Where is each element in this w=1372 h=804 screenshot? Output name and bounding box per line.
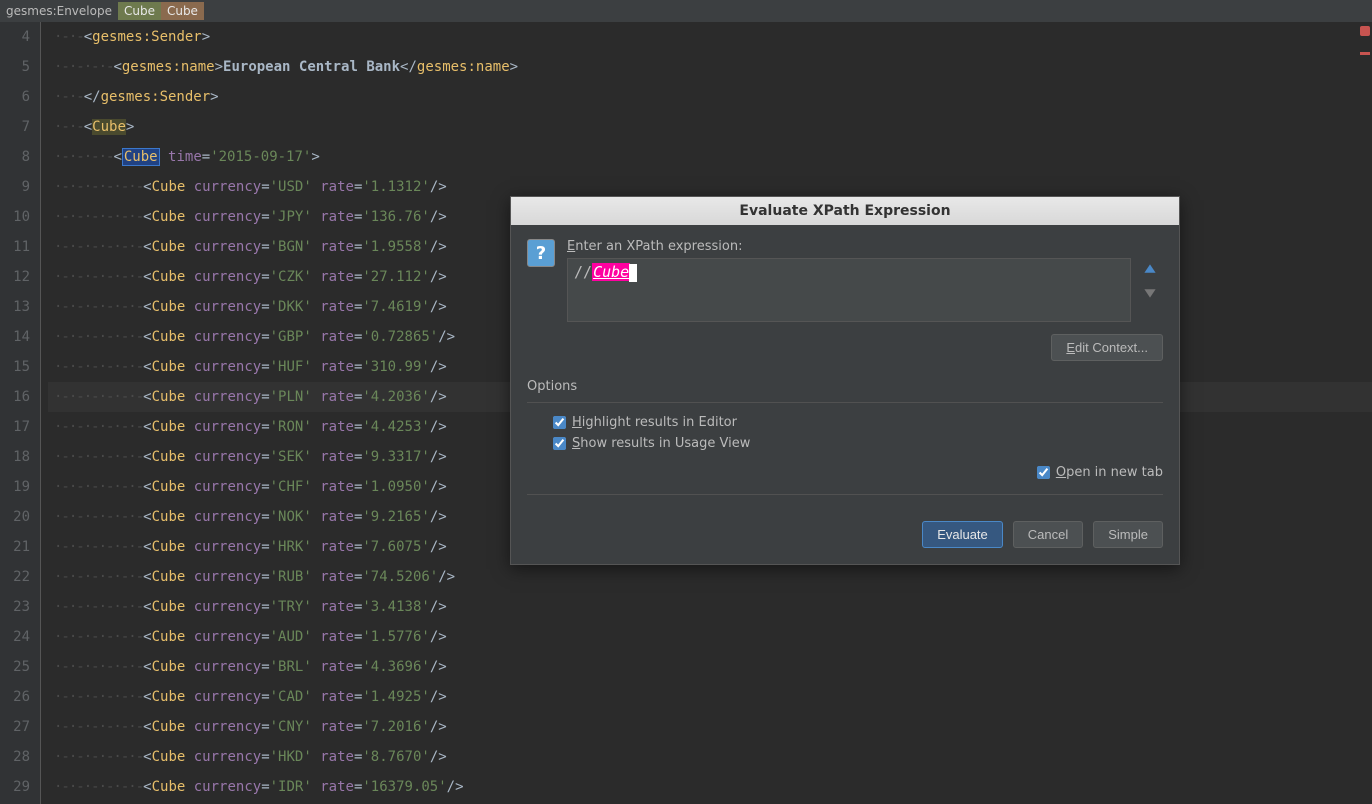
fold-column bbox=[40, 22, 48, 804]
code-line[interactable]: ·-·-<gesmes:Sender> bbox=[48, 22, 1372, 52]
code-line[interactable]: ·-·-·-·-·-·-<Cube currency='TRY' rate='3… bbox=[48, 592, 1372, 622]
gutter-line: 8 bbox=[0, 142, 40, 172]
dialog-title: Evaluate XPath Expression bbox=[511, 197, 1179, 225]
code-line[interactable]: ·-·-·-·-·-·-<Cube currency='CAD' rate='1… bbox=[48, 682, 1372, 712]
gutter-line: 19 bbox=[0, 472, 40, 502]
gutter-line: 21 bbox=[0, 532, 40, 562]
gutter-line: 20 bbox=[0, 502, 40, 532]
gutter-line: 22 bbox=[0, 562, 40, 592]
code-line[interactable]: ·-·-<Cube> bbox=[48, 112, 1372, 142]
gutter-line: 16 bbox=[0, 382, 40, 412]
xpath-dialog: Evaluate XPath Expression ? Enter an XPa… bbox=[510, 196, 1180, 565]
gutter-line: 14 bbox=[0, 322, 40, 352]
gutter-line: 28 bbox=[0, 742, 40, 772]
code-line[interactable]: ·-·-·-·-·-·-<Cube currency='AUD' rate='1… bbox=[48, 622, 1372, 652]
gutter-line: 9 bbox=[0, 172, 40, 202]
gutter-line: 23 bbox=[0, 592, 40, 622]
code-line[interactable]: ·-·-·-·-<Cube time='2015-09-17'> bbox=[48, 142, 1372, 172]
history-down-icon[interactable] bbox=[1143, 285, 1157, 299]
breadcrumb-root[interactable]: gesmes:Envelope bbox=[0, 2, 118, 20]
breadcrumb-item-cube2[interactable]: Cube bbox=[161, 2, 204, 20]
code-line[interactable]: ·-·-·-·-·-·-<Cube currency='RUB' rate='7… bbox=[48, 562, 1372, 592]
options-label: Options bbox=[527, 379, 1163, 394]
gutter-line: 25 bbox=[0, 652, 40, 682]
gutter-line: 27 bbox=[0, 712, 40, 742]
xpath-input[interactable]: //Cube bbox=[567, 258, 1131, 322]
gutter-line: 13 bbox=[0, 292, 40, 322]
evaluate-button[interactable]: Evaluate bbox=[922, 521, 1003, 548]
gutter-line: 7 bbox=[0, 112, 40, 142]
code-line[interactable]: ·-·-·-·-<gesmes:name>European Central Ba… bbox=[48, 52, 1372, 82]
gutter-line: 26 bbox=[0, 682, 40, 712]
open-tab-checkbox[interactable] bbox=[1037, 466, 1050, 479]
history-up-icon[interactable] bbox=[1143, 263, 1157, 277]
simple-button[interactable]: Simple bbox=[1093, 521, 1163, 548]
breadcrumb: gesmes:Envelope Cube Cube bbox=[0, 0, 1372, 22]
highlight-checkbox[interactable] bbox=[553, 416, 566, 429]
gutter-line: 15 bbox=[0, 352, 40, 382]
cancel-button[interactable]: Cancel bbox=[1013, 521, 1083, 548]
gutter-line: 24 bbox=[0, 622, 40, 652]
gutter: 4567891011121314151617181920212223242526… bbox=[0, 22, 40, 804]
show-usage-label[interactable]: Show results in Usage View bbox=[572, 436, 750, 451]
code-line[interactable]: ·-·-·-·-·-·-<Cube currency='HKD' rate='8… bbox=[48, 742, 1372, 772]
error-stripe-icon[interactable] bbox=[1360, 26, 1370, 36]
gutter-line: 11 bbox=[0, 232, 40, 262]
code-line[interactable]: ·-·-·-·-·-·-<Cube currency='IDR' rate='1… bbox=[48, 772, 1372, 802]
code-line[interactable]: ·-·-·-·-·-·-<Cube currency='CNY' rate='7… bbox=[48, 712, 1372, 742]
breadcrumb-item-cube1[interactable]: Cube bbox=[118, 2, 161, 20]
gutter-line: 5 bbox=[0, 52, 40, 82]
gutter-line: 10 bbox=[0, 202, 40, 232]
gutter-line: 29 bbox=[0, 772, 40, 802]
help-icon: ? bbox=[527, 239, 555, 267]
gutter-line: 18 bbox=[0, 442, 40, 472]
gutter-line: 12 bbox=[0, 262, 40, 292]
edit-context-button[interactable]: Edit Context... bbox=[1051, 334, 1163, 361]
gutter-line: 4 bbox=[0, 22, 40, 52]
code-line[interactable]: ·-·-·-·-·-·-<Cube currency='BRL' rate='4… bbox=[48, 652, 1372, 682]
gutter-line: 6 bbox=[0, 82, 40, 112]
highlight-label[interactable]: Highlight results in Editor bbox=[572, 415, 737, 430]
xpath-label: Enter an XPath expression: bbox=[567, 239, 1131, 254]
show-usage-checkbox[interactable] bbox=[553, 437, 566, 450]
open-tab-label[interactable]: Open in new tab bbox=[1056, 465, 1163, 480]
gutter-line: 17 bbox=[0, 412, 40, 442]
error-marker[interactable] bbox=[1360, 52, 1370, 55]
code-line[interactable]: ·-·-</gesmes:Sender> bbox=[48, 82, 1372, 112]
